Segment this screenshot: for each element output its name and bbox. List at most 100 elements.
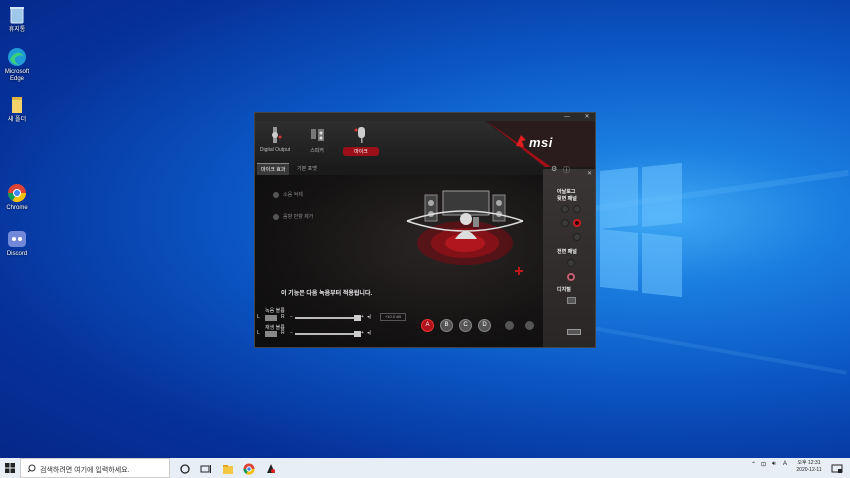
desktop-icon-recycle-bin[interactable]: 휴지통 — [2, 4, 32, 34]
search-placeholder: 검색하려면 여기에 입력하세요. — [40, 467, 130, 474]
start-button[interactable] — [0, 458, 20, 478]
digital-port-icon[interactable] — [567, 297, 576, 304]
digital-output-icon — [266, 125, 284, 145]
record-volume-label: 녹음 볼륨 — [265, 308, 285, 314]
minus-label: − — [290, 330, 293, 336]
network-icon[interactable]: ⊡ — [761, 461, 766, 468]
connector-icon[interactable] — [567, 329, 581, 335]
balance-slider[interactable] — [265, 315, 277, 321]
preset-a-button[interactable]: A — [421, 319, 434, 332]
device-digital-output[interactable]: Digital Output — [257, 125, 293, 153]
rear-jack[interactable] — [573, 233, 581, 241]
main-panel: 소음 억제 음향 반향 제거 이 기능은 다음 녹음부터 적용됩니다. — [255, 175, 545, 347]
analog-label: 아날로그 — [557, 189, 576, 195]
chrome-icon — [6, 182, 28, 204]
search-icon — [27, 464, 36, 473]
minus-label: − — [290, 314, 293, 320]
edge-icon — [6, 46, 28, 68]
db-value-field[interactable]: +10.0 dB — [380, 313, 406, 321]
option-label: 음향 반향 제거 — [283, 214, 314, 220]
desktop-icon-folder[interactable]: 새 폴더 — [2, 94, 32, 124]
plus-label: + — [361, 330, 364, 336]
tab-mic-effects[interactable]: 마이크 효과 — [257, 163, 290, 175]
front-jack-mic[interactable] — [567, 273, 575, 281]
record-volume-slider[interactable] — [295, 317, 357, 319]
info-icon[interactable]: ⓘ — [563, 165, 570, 175]
file-explorer-icon[interactable] — [222, 462, 234, 474]
windows-logo-glow — [600, 162, 682, 298]
msi-audio-taskbar-icon[interactable] — [265, 462, 277, 474]
taskbar-search-box[interactable]: 검색하려면 여기에 입력하세요. — [20, 458, 170, 478]
discord-icon — [6, 228, 28, 250]
front-jack[interactable] — [567, 259, 575, 267]
expand-icon[interactable]: ✕ — [587, 170, 592, 177]
option-echo-cancellation[interactable]: 음향 반향 제거 — [273, 213, 313, 220]
record-volume-row: L R − + ◂) — [257, 314, 379, 322]
minimize-button[interactable]: — — [561, 113, 573, 121]
device-label: Digital Output — [259, 147, 291, 153]
apply-note: 이 기능은 다음 녹음부터 적용됩니다. — [281, 291, 373, 297]
task-view-icon[interactable] — [200, 462, 212, 474]
notification-icon[interactable] — [831, 462, 843, 474]
taskbar-clock[interactable]: 오후 12:31 2020-12-11 — [792, 460, 826, 474]
desktop-icon-label: 휴지통 — [8, 27, 26, 33]
microphone-icon — [352, 125, 370, 145]
rear-jack[interactable] — [573, 205, 581, 213]
folder-icon — [6, 94, 28, 116]
playback-volume-knob[interactable] — [354, 331, 361, 337]
volume-icon[interactable]: 🔊︎ — [772, 461, 776, 468]
desktop-icon-label: Microsoft Edge — [4, 69, 30, 82]
toggle-dot — [273, 191, 279, 198]
device-microphone[interactable]: 마이크 — [343, 125, 379, 156]
device-bar: Digital Output 스피커 마이크 msi — [255, 121, 595, 167]
rear-jack[interactable] — [561, 205, 569, 213]
rear-panel-label: 뒷면 패널 — [557, 196, 577, 202]
option-label: 소음 억제 — [283, 192, 303, 198]
jack-panel: ⚙ ⓘ ✕ 아날로그 뒷면 패널 전면 패널 디지털 — [543, 166, 595, 347]
left-channel-label: L — [257, 314, 260, 320]
chrome-taskbar-icon[interactable] — [243, 462, 255, 475]
playback-volume-row: L R − + ◂) — [257, 330, 379, 338]
rear-jack-active[interactable] — [573, 219, 581, 227]
speaker-volume-icon: ◂) — [367, 330, 372, 336]
close-button[interactable]: ✕ — [581, 113, 593, 121]
taskbar: 검색하려면 여기에 입력하세요. ⌃ ⊡ 🔊︎ A 오후 12:31 2020-… — [0, 458, 850, 478]
plus-label: + — [361, 314, 364, 320]
tray-chevron-icon[interactable]: ⌃ — [751, 461, 756, 468]
desktop-icon-label: Discord — [6, 251, 28, 257]
info-round-button[interactable] — [525, 321, 534, 330]
balance-slider[interactable] — [265, 331, 277, 337]
device-label: 마이크 — [343, 147, 379, 156]
clock-time: 오후 12:31 — [797, 460, 821, 466]
recycle-bin-icon — [6, 4, 28, 26]
toggle-dot — [273, 213, 279, 220]
desktop-icon-edge[interactable]: Microsoft Edge — [2, 46, 32, 83]
clock-date: 2020-12-11 — [796, 467, 822, 473]
window-titlebar: — ✕ — [255, 113, 595, 121]
input-language-indicator[interactable]: A — [783, 461, 787, 467]
desktop-icon-discord[interactable]: Discord — [2, 228, 32, 258]
preset-b-button[interactable]: B — [440, 319, 453, 332]
playback-volume-slider[interactable] — [295, 333, 357, 335]
room-visualization — [406, 190, 524, 275]
tab-default-format[interactable]: 기본 포맷 — [293, 163, 321, 175]
record-volume-knob[interactable] — [354, 315, 361, 321]
option-noise-suppression[interactable]: 소음 억제 — [273, 191, 303, 198]
desktop-icon-label: 새 폴더 — [7, 117, 27, 123]
msi-audio-window: — ✕ Digital Output 스피커 마이크 msi 마이크 효과 기본… — [254, 112, 596, 348]
msi-logo: msi — [529, 135, 553, 150]
tab-bar: 마이크 효과 기본 포맷 — [255, 163, 555, 175]
desktop-icon-chrome[interactable]: Chrome — [2, 182, 32, 212]
left-channel-label: L — [257, 330, 260, 336]
speaker-icon — [308, 125, 326, 145]
front-panel-label: 전면 패널 — [557, 249, 577, 255]
minus-round-button[interactable] — [505, 321, 514, 330]
device-speaker[interactable]: 스피커 — [299, 125, 335, 154]
device-label: 스피커 — [310, 148, 324, 154]
mic-volume-icon: ◂) — [367, 314, 372, 320]
cortana-icon[interactable] — [179, 462, 191, 474]
rear-jack[interactable] — [561, 219, 569, 227]
settings-icon[interactable]: ⚙ — [551, 165, 557, 173]
preset-c-button[interactable]: C — [459, 319, 472, 332]
preset-d-button[interactable]: D — [478, 319, 491, 332]
